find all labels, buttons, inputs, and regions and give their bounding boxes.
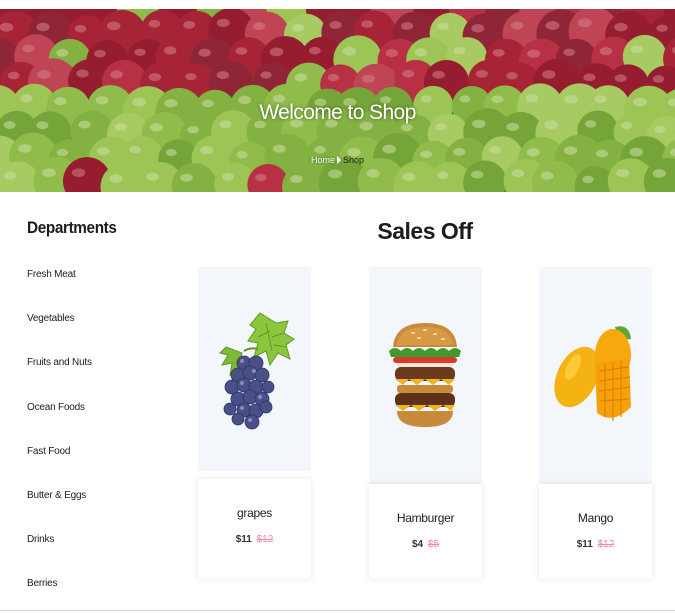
sidebar-item-drinks[interactable]: Drinks xyxy=(27,534,177,578)
breadcrumb-home-link[interactable]: Home xyxy=(311,155,335,165)
product-card-grapes[interactable]: grapes $11 $12 xyxy=(198,267,311,579)
old-price: $12 xyxy=(256,534,274,545)
hero-banner: Welcome to Shop Home Shop xyxy=(0,9,675,192)
product-info: grapes $11 $12 xyxy=(198,479,311,579)
departments-heading: Departments xyxy=(27,218,117,237)
product-image[interactable] xyxy=(539,267,652,484)
divider xyxy=(0,610,675,611)
product-price: $11 $12 xyxy=(198,534,311,545)
product-card-mango[interactable]: Mango $11 $12 xyxy=(539,267,652,579)
sidebar-item-butter-eggs[interactable]: Butter & Eggs xyxy=(27,490,177,534)
breadcrumb-current: Shop xyxy=(342,155,365,165)
product-name[interactable]: Mango xyxy=(539,511,652,525)
product-name[interactable]: Hamburger xyxy=(369,511,482,525)
departments-sidebar: Departments Fresh Meat Vegetables Fruits… xyxy=(27,218,177,613)
product-info: Mango $11 $12 xyxy=(539,484,652,579)
departments-list: Fresh Meat Vegetables Fruits and Nuts Oc… xyxy=(27,269,177,613)
product-info: Hamburger $4 $5 xyxy=(369,484,482,579)
breadcrumb-arrow-icon xyxy=(336,156,341,164)
product-image[interactable] xyxy=(369,267,482,484)
sidebar-item-ocean-foods[interactable]: Ocean Foods xyxy=(27,402,177,446)
product-name[interactable]: grapes xyxy=(198,506,311,520)
product-image[interactable] xyxy=(198,267,311,471)
current-price: $11 xyxy=(235,534,252,545)
hamburger-image xyxy=(389,323,461,427)
sidebar-item-vegetables[interactable]: Vegetables xyxy=(27,313,177,357)
product-price: $11 $12 xyxy=(539,539,652,550)
sidebar-item-fresh-meat[interactable]: Fresh Meat xyxy=(27,269,177,313)
product-price: $4 $5 xyxy=(369,539,482,550)
current-price: $4 xyxy=(411,539,424,550)
old-price: $5 xyxy=(427,539,440,550)
sidebar-item-berries[interactable]: Berries xyxy=(27,578,177,613)
sidebar-item-fruits-and-nuts[interactable]: Fruits and Nuts xyxy=(27,357,177,401)
page-title: Welcome to Shop xyxy=(259,101,416,124)
mango-image xyxy=(554,326,631,421)
grapes-image xyxy=(219,312,295,430)
sidebar-item-fast-food[interactable]: Fast Food xyxy=(27,446,177,490)
current-price: $11 xyxy=(576,539,593,550)
product-card-hamburger[interactable]: Hamburger $4 $5 xyxy=(369,267,482,579)
sales-off-heading: Sales Off xyxy=(377,218,473,244)
old-price: $12 xyxy=(597,539,615,550)
breadcrumb: Home Shop xyxy=(0,155,675,165)
